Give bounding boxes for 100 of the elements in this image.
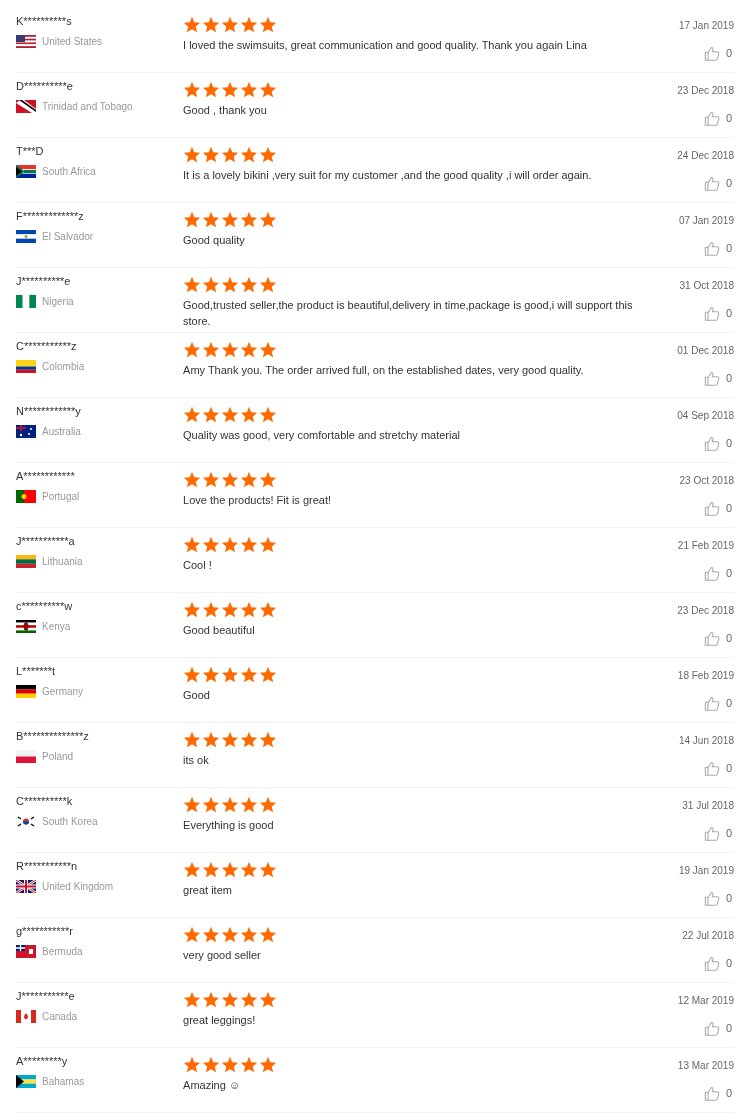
- star-icon: [240, 991, 259, 1008]
- star-icon: [259, 601, 278, 618]
- star-icon: [202, 991, 221, 1008]
- star-icon: [259, 146, 278, 163]
- country-name: El Salvador: [42, 230, 94, 244]
- thumbs-up-icon[interactable]: [703, 1020, 720, 1036]
- star-icon: [221, 991, 240, 1008]
- thumbs-up-icon[interactable]: [703, 565, 720, 581]
- country-name: Poland: [42, 750, 74, 764]
- star-icon: [202, 731, 221, 748]
- star-icon: [221, 731, 240, 748]
- country-flag-icon: [16, 295, 36, 308]
- country-name: Bahamas: [42, 1075, 85, 1089]
- reviewer-name: g***********r: [16, 925, 74, 938]
- star-icon: [221, 536, 240, 553]
- like-count: 0: [725, 696, 732, 711]
- star-icon: [183, 16, 202, 33]
- thumbs-up-icon[interactable]: [703, 760, 720, 776]
- star-icon: [183, 926, 202, 943]
- like-count: 0: [725, 46, 732, 61]
- review-date: 14 Jun 2018: [678, 734, 734, 748]
- star-icon: [221, 211, 240, 228]
- thumbs-up-icon[interactable]: [703, 890, 720, 906]
- review-text: Good: [183, 688, 211, 703]
- country-name: Germany: [42, 685, 84, 699]
- thumbs-up-icon[interactable]: [703, 175, 720, 191]
- country-name: South Africa: [42, 165, 96, 179]
- review-date: 01 Dec 2018: [677, 344, 734, 358]
- thumbs-up-icon[interactable]: [703, 955, 720, 971]
- country-flag-icon: [16, 685, 36, 698]
- star-icon: [221, 16, 240, 33]
- like-count: 0: [725, 436, 732, 451]
- star-icon: [221, 1056, 240, 1073]
- star-icon: [259, 796, 278, 813]
- country-name: Canada: [42, 1010, 78, 1024]
- thumbs-up-icon[interactable]: [703, 1085, 720, 1101]
- country-flag-icon: [16, 165, 36, 178]
- star-icon: [183, 211, 202, 228]
- country-flag-icon: [16, 555, 36, 568]
- star-icon: [259, 991, 278, 1008]
- review-date: 23 Dec 2018: [677, 84, 734, 98]
- thumbs-up-icon[interactable]: [703, 110, 720, 126]
- star-icon: [240, 926, 259, 943]
- review-text: Good , thank you: [183, 103, 268, 118]
- review-date: 21 Feb 2019: [677, 539, 734, 553]
- star-icon: [259, 276, 278, 293]
- thumbs-up-icon[interactable]: [703, 435, 720, 451]
- like-count: 0: [725, 111, 732, 126]
- review-date: 13 Mar 2019: [677, 1059, 734, 1073]
- country-name: Bermuda: [42, 945, 83, 959]
- like-count: 0: [725, 761, 732, 776]
- review-text: Good,trusted seller,the product is beautiful,delivery in time,package is good,i will support this store.: [183, 298, 634, 329]
- star-icon: [202, 146, 221, 163]
- country-flag-icon: [16, 490, 36, 503]
- thumbs-up-icon[interactable]: [703, 500, 720, 516]
- country-name: Lithuania: [42, 555, 83, 569]
- star-icon: [202, 211, 221, 228]
- thumbs-up-icon[interactable]: [703, 305, 720, 321]
- star-icon: [183, 146, 202, 163]
- star-icon: [240, 471, 259, 488]
- like-count: 0: [725, 241, 732, 256]
- country-name: South Korea: [42, 815, 98, 829]
- reviewer-name: C**********k: [16, 795, 74, 808]
- star-icon: [240, 276, 259, 293]
- thumbs-up-icon[interactable]: [703, 240, 720, 256]
- like-count: 0: [725, 176, 732, 191]
- like-count: 0: [725, 306, 732, 321]
- country-flag-icon: [16, 35, 36, 48]
- star-icon: [183, 276, 202, 293]
- country-flag-icon: [16, 880, 36, 893]
- like-count: 0: [725, 891, 732, 906]
- star-icon: [221, 471, 240, 488]
- country-flag-icon: [16, 1010, 36, 1023]
- reviewer-name: T***D: [16, 145, 45, 158]
- star-icon: [259, 406, 278, 423]
- reviewer-name: A************: [16, 470, 76, 483]
- thumbs-up-icon[interactable]: [703, 695, 720, 711]
- country-flag-icon: [16, 620, 36, 633]
- like-count: 0: [725, 501, 732, 516]
- thumbs-up-icon[interactable]: [703, 370, 720, 386]
- review-date: 22 Jul 2018: [682, 929, 734, 943]
- thumbs-up-icon[interactable]: [703, 630, 720, 646]
- star-icon: [183, 406, 202, 423]
- review-date: 31 Jul 2018: [682, 799, 734, 813]
- star-icon: [183, 536, 202, 553]
- country-flag-icon: [16, 360, 36, 373]
- thumbs-up-icon[interactable]: [703, 825, 720, 841]
- like-count: 0: [725, 371, 732, 386]
- country-flag-icon: [16, 425, 36, 438]
- thumbs-up-icon[interactable]: [703, 45, 720, 61]
- review-text: It is a lovely bikini ,very suit for my customer ,and the good quality ,i will order again.: [183, 168, 593, 183]
- star-icon: [240, 666, 259, 683]
- like-count: 0: [725, 826, 732, 841]
- review-date: 17 Jan 2019: [678, 19, 734, 33]
- star-icon: [259, 341, 278, 358]
- star-icon: [183, 731, 202, 748]
- star-icon: [202, 1056, 221, 1073]
- review-date: 23 Oct 2018: [679, 474, 734, 488]
- star-icon: [202, 666, 221, 683]
- star-icon: [183, 796, 202, 813]
